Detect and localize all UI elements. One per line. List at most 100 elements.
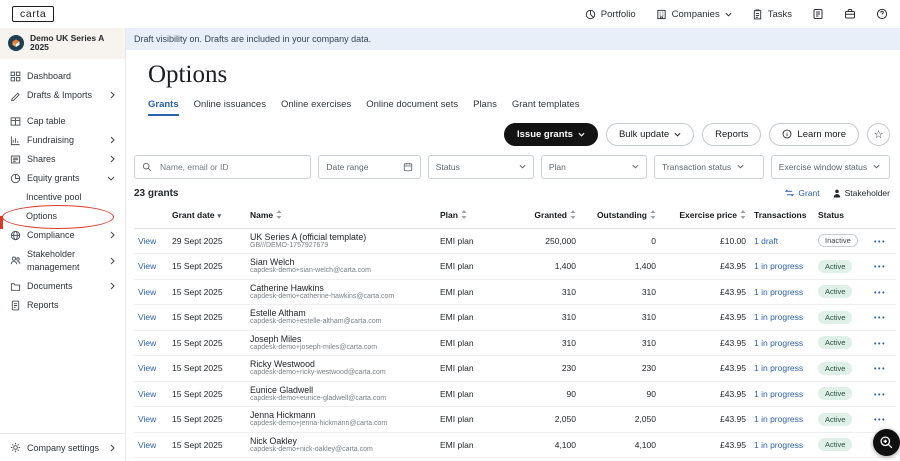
chevron-down-icon [519, 164, 526, 169]
view-link[interactable]: View [138, 363, 156, 373]
sidebar-item-cap-table[interactable]: Cap table [0, 112, 125, 131]
transactions-link[interactable]: 1 in progress [754, 440, 803, 450]
row-actions-cell: ••• [870, 330, 896, 356]
sidebar-item-equity-grants[interactable]: Equity grants [0, 169, 125, 188]
tab-online-issuances[interactable]: Online issuances [194, 99, 266, 116]
sidebar-item-incentive-pool[interactable]: Incentive pool [0, 188, 125, 207]
sidebar-item-fundraising[interactable]: Fundraising [0, 131, 125, 150]
name-cell: Joseph Miles capdesk-demo+joseph-miles@c… [246, 330, 436, 356]
header-granted[interactable]: Granted [500, 203, 580, 229]
nav-companies[interactable]: Companies [656, 9, 732, 20]
tab-plans[interactable]: Plans [473, 99, 497, 116]
bulk-update-button[interactable]: Bulk update [606, 123, 694, 146]
report-icon [10, 300, 21, 311]
kebab-menu-icon[interactable]: ••• [874, 341, 886, 348]
transactions-link[interactable]: 1 draft [754, 236, 778, 246]
company-selector[interactable]: Demo UK Series A 2025 [0, 28, 125, 59]
kebab-menu-icon[interactable]: ••• [874, 417, 886, 424]
granted-cell: 1,400 [500, 254, 580, 280]
sidebar-item-dashboard[interactable]: Dashboard [0, 67, 125, 86]
favorite-star-button[interactable]: ☆ [867, 123, 890, 146]
outstanding-cell: 4,100 [580, 432, 660, 458]
page-title: Options [148, 61, 890, 89]
transactions-link[interactable]: 1 in progress [754, 261, 803, 271]
grantee-name: Ricky Westwood [250, 359, 432, 369]
transactions-link[interactable]: 1 in progress [754, 312, 803, 322]
zoom-widget-button[interactable] [873, 429, 900, 456]
products-icon[interactable] [844, 8, 856, 20]
kebab-menu-icon[interactable]: ••• [874, 264, 886, 271]
transaction-status-filter[interactable]: Transaction status [654, 155, 764, 179]
nav-tasks[interactable]: Tasks [752, 9, 792, 20]
header-plan[interactable]: Plan [436, 203, 500, 229]
header-outstanding[interactable]: Outstanding [580, 203, 660, 229]
status-filter[interactable]: Status [428, 155, 534, 179]
grant-view-toggle[interactable]: Grant [785, 188, 819, 198]
chevron-down-icon [873, 164, 880, 169]
transactions-link[interactable]: 1 in progress [754, 338, 803, 348]
view-link[interactable]: View [138, 389, 156, 399]
chevron-right-icon [110, 231, 115, 239]
outstanding-cell: 0 [580, 228, 660, 254]
view-link[interactable]: View [138, 414, 156, 424]
stakeholders-icon [10, 255, 21, 266]
date-range-filter[interactable]: Date range [318, 155, 420, 179]
sidebar-item-drafts-imports[interactable]: Drafts & Imports [0, 86, 125, 105]
transactions-cell: 1 in progress [750, 356, 814, 382]
view-link[interactable]: View [138, 440, 156, 450]
sidebar-item-compliance[interactable]: Compliance [0, 226, 125, 245]
header-exercise-price[interactable]: Exercise price [660, 203, 750, 229]
help-icon[interactable] [876, 8, 888, 20]
kebab-menu-icon[interactable]: ••• [874, 239, 886, 246]
plan-filter[interactable]: Plan [541, 155, 647, 179]
view-link[interactable]: View [138, 338, 156, 348]
transactions-link[interactable]: 1 in progress [754, 389, 803, 399]
exercise-window-status-filter[interactable]: Exercise window status [771, 155, 890, 179]
sidebar-item-options[interactable]: Options [0, 207, 125, 226]
header-name[interactable]: Name [246, 203, 436, 229]
sidebar-item-shares[interactable]: Shares [0, 150, 125, 169]
row-actions-cell: ••• [870, 279, 896, 305]
tab-online-document-sets[interactable]: Online document sets [366, 99, 458, 116]
view-link[interactable]: View [138, 236, 156, 246]
kebab-menu-icon[interactable]: ••• [874, 366, 886, 373]
reports-button[interactable]: Reports [702, 123, 761, 146]
table-row: View 15 Sept 2025 Sian Welch capdesk-dem… [134, 254, 896, 280]
tab-grant-templates[interactable]: Grant templates [512, 99, 580, 116]
transactions-link[interactable]: 1 in progress [754, 287, 803, 297]
sidebar-item-documents[interactable]: Documents [0, 277, 125, 296]
transactions-cell: 1 draft [750, 228, 814, 254]
sidebar-item-stakeholder-management[interactable]: Stakeholder management [0, 245, 125, 277]
transactions-cell: 1 in progress [750, 432, 814, 458]
header-grant-date[interactable]: Grant date▾ [168, 203, 246, 229]
transactions-link[interactable]: 1 in progress [754, 414, 803, 424]
exercise-price-cell: £43.95 [660, 330, 750, 356]
sidebar-item-company-settings[interactable]: Company settings [0, 433, 125, 461]
status-cell: Active [814, 254, 870, 280]
sidebar-item-reports[interactable]: Reports [0, 296, 125, 315]
search-filter[interactable] [134, 155, 311, 179]
transactions-link[interactable]: 1 in progress [754, 363, 803, 373]
granted-cell: 90 [500, 381, 580, 407]
kebab-menu-icon[interactable]: ••• [874, 290, 886, 297]
grantee-name: Nick Oakley [250, 436, 432, 446]
kebab-menu-icon[interactable]: ••• [874, 315, 886, 322]
issue-grants-button[interactable]: Issue grants [504, 123, 598, 146]
learn-more-button[interactable]: Learn more [769, 123, 859, 146]
stakeholder-view-toggle[interactable]: Stakeholder [833, 188, 890, 198]
sort-icon [740, 210, 746, 219]
view-link[interactable]: View [138, 287, 156, 297]
view-link[interactable]: View [138, 312, 156, 322]
transactions-cell: 1 in progress [750, 407, 814, 433]
kebab-menu-icon[interactable]: ••• [874, 392, 886, 399]
nav-portfolio[interactable]: Portfolio [585, 9, 636, 20]
chevron-down-icon [725, 12, 732, 17]
tab-grants[interactable]: Grants [148, 99, 179, 116]
updates-icon[interactable] [812, 8, 824, 20]
chevron-down-icon [578, 132, 585, 137]
tab-online-exercises[interactable]: Online exercises [281, 99, 351, 116]
search-input[interactable] [158, 161, 303, 173]
plan-cell: EMI plan [436, 381, 500, 407]
gear-icon [10, 442, 21, 453]
view-link[interactable]: View [138, 261, 156, 271]
